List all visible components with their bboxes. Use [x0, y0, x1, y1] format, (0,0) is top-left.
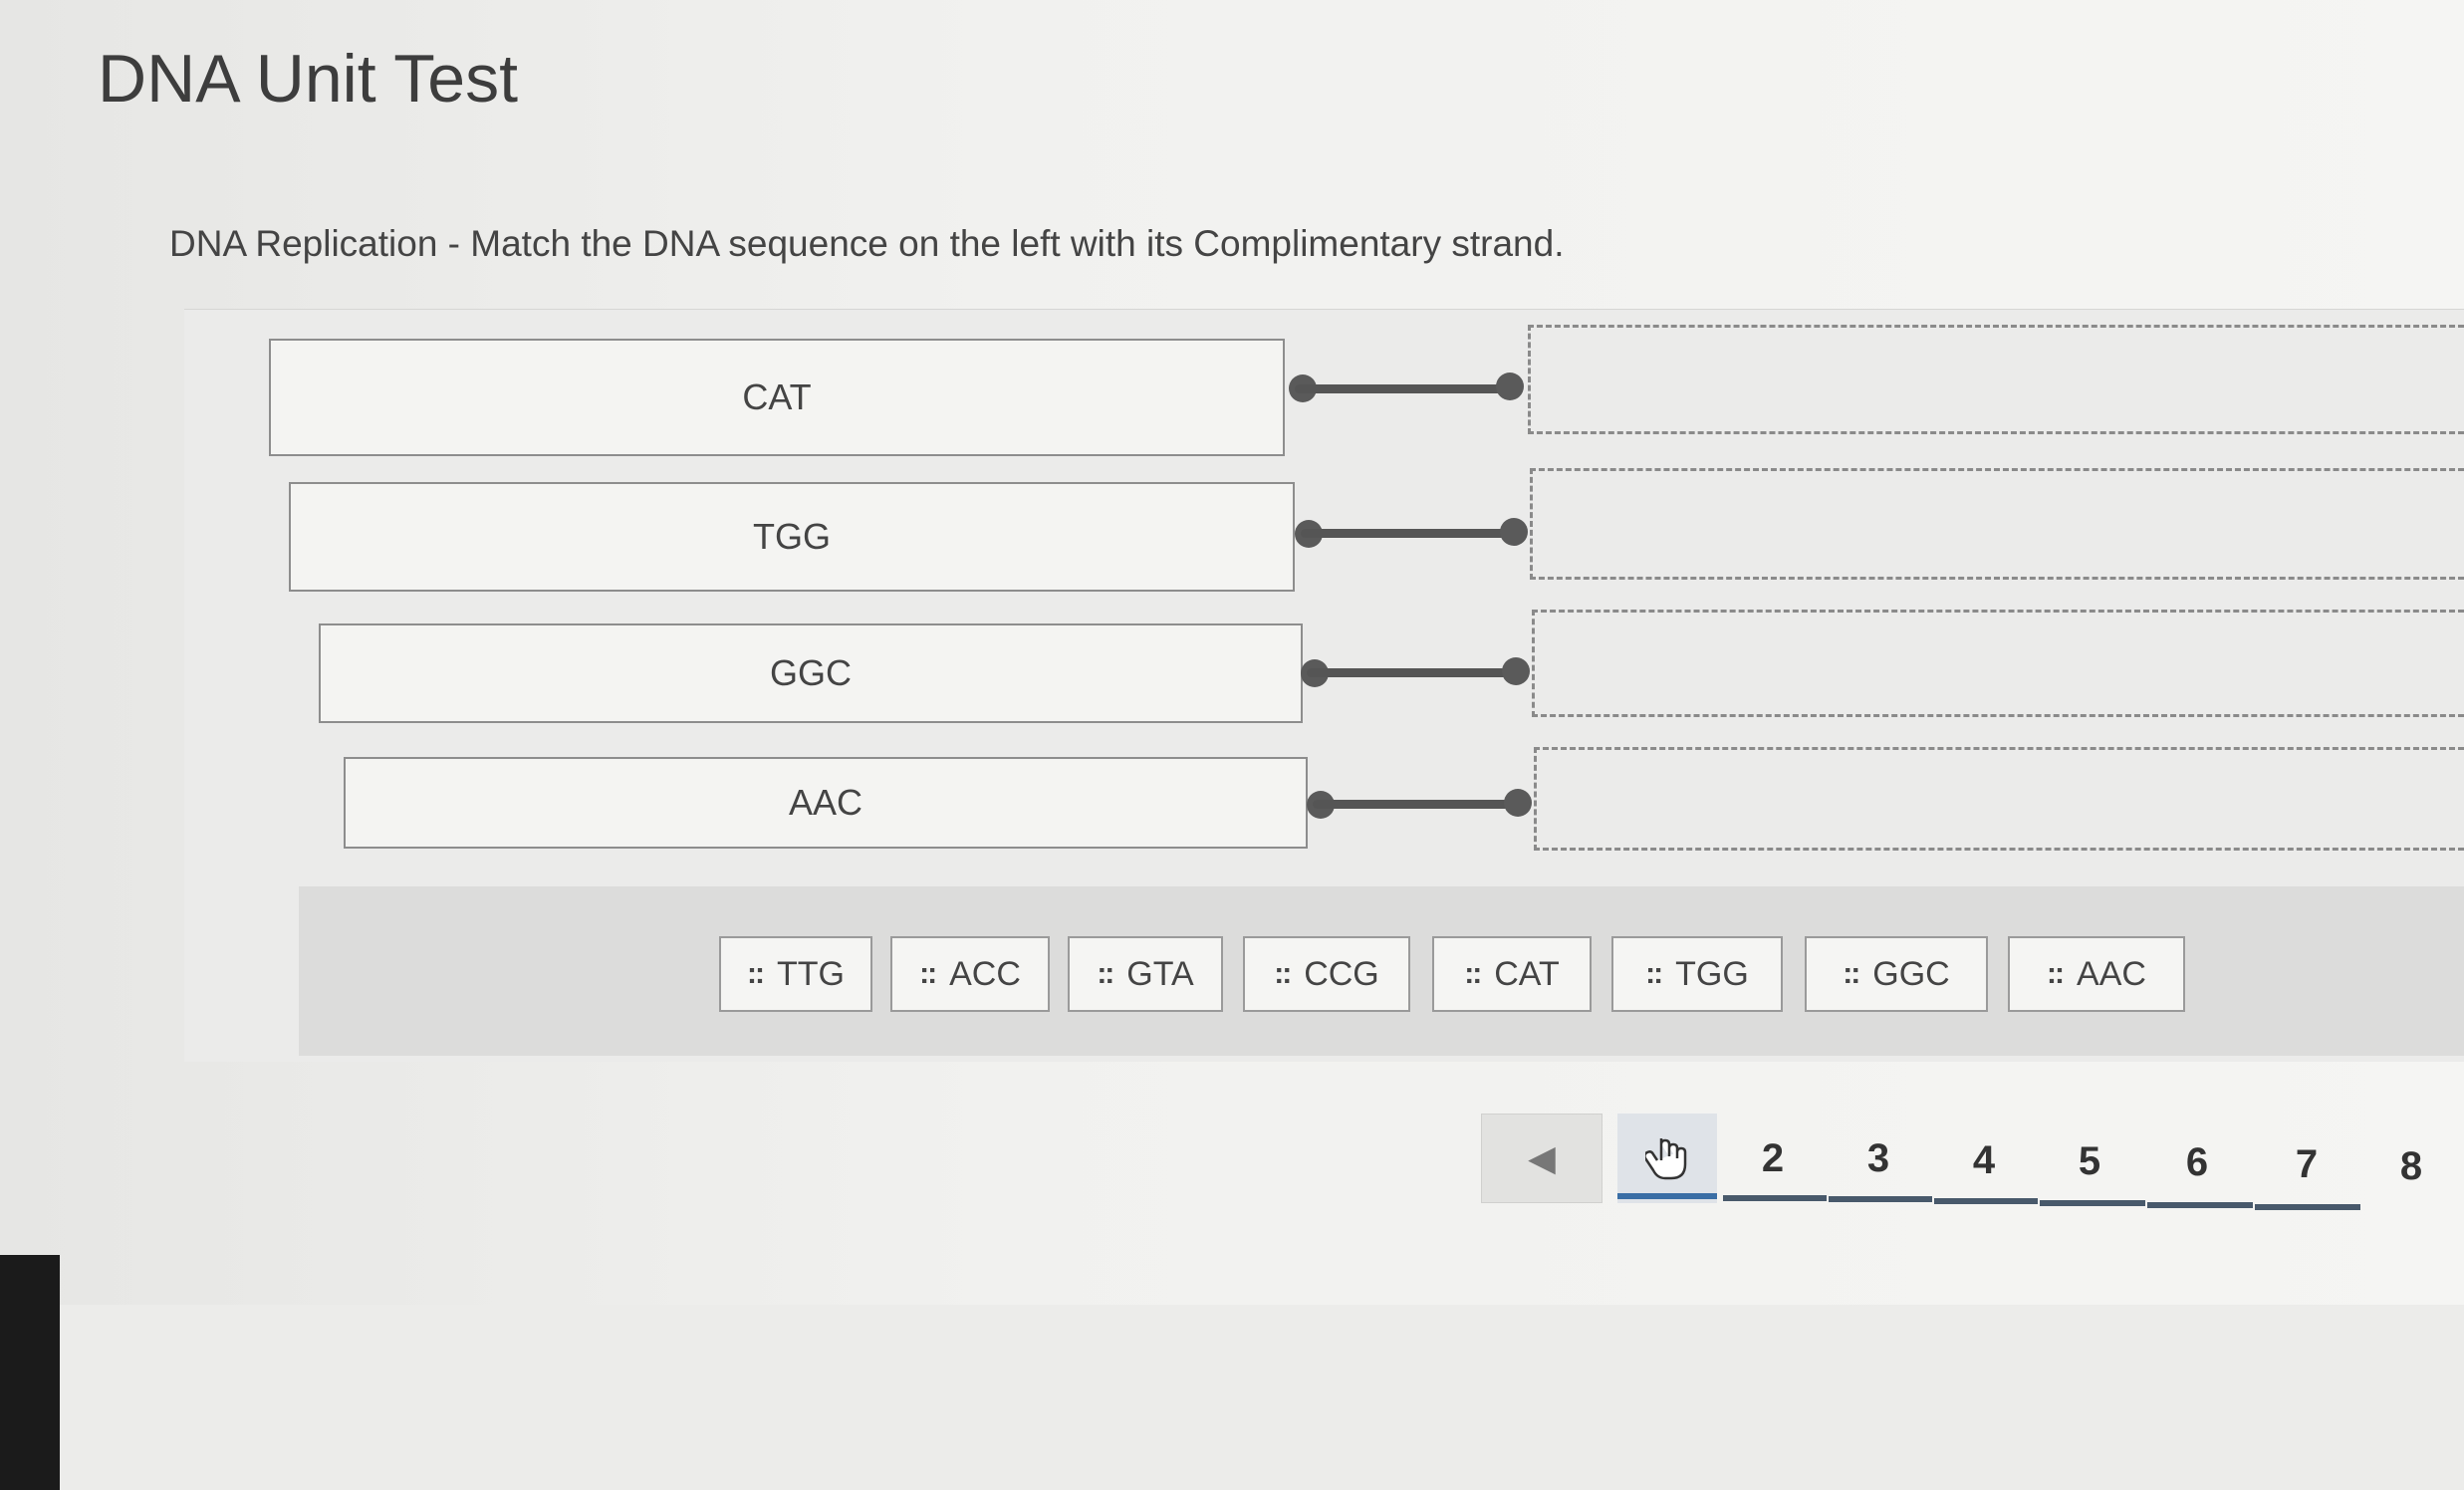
choice-chip-aac[interactable]: :: AAC [2008, 936, 2185, 1012]
page-item-6[interactable]: 6 [2147, 1118, 2247, 1207]
screen-edge [0, 1255, 60, 1490]
page-underline [1829, 1196, 1932, 1202]
choice-label: TTG [777, 954, 845, 993]
page-number: 2 [1761, 1135, 1785, 1180]
choice-chip-gta[interactable]: :: GTA [1068, 936, 1223, 1012]
drop-target-2[interactable] [1530, 468, 2464, 580]
choice-label: TGG [1675, 954, 1749, 993]
choice-label: AAC [2077, 954, 2146, 993]
drop-target-1[interactable] [1528, 325, 2464, 434]
drag-handle-icon: :: [1274, 957, 1292, 990]
choice-chip-ttg[interactable]: :: TTG [719, 936, 872, 1012]
drag-handle-icon: :: [1645, 957, 1663, 990]
page-item-7[interactable]: 7 [2257, 1119, 2356, 1209]
choice-chip-tgg[interactable]: :: TGG [1611, 936, 1783, 1012]
previous-arrow-icon: ◀ [1528, 1137, 1556, 1178]
previous-page-button[interactable]: ◀ [1481, 1114, 1602, 1203]
page-number: 8 [2399, 1143, 2423, 1188]
choice-label: GGC [1872, 954, 1950, 993]
connector-end-dot[interactable] [1500, 518, 1528, 546]
page-item-3[interactable]: 3 [1829, 1114, 1928, 1203]
source-label: GGC [769, 652, 852, 693]
current-page-indicator [1617, 1193, 1717, 1199]
page-item-current[interactable] [1617, 1114, 1717, 1203]
choice-chip-cat[interactable]: :: CAT [1432, 936, 1592, 1012]
page-number: 6 [2185, 1139, 2209, 1184]
choice-label: ACC [949, 954, 1021, 993]
source-label: TGG [753, 516, 831, 557]
page-underline [2255, 1204, 2360, 1210]
drag-handle-icon: :: [1843, 957, 1860, 990]
drag-handle-icon: :: [1464, 957, 1482, 990]
page-number: 5 [2078, 1138, 2101, 1183]
source-label: CAT [742, 376, 812, 417]
source-item-3: GGC [319, 623, 1303, 723]
drag-handle-icon: :: [919, 957, 937, 990]
source-label: AAC [788, 782, 863, 823]
drag-handle-icon: :: [2047, 957, 2065, 990]
question-prompt: DNA Replication - Match the DNA sequence… [169, 223, 1565, 264]
choice-chip-acc[interactable]: :: ACC [890, 936, 1050, 1012]
choice-label: CAT [1494, 954, 1560, 993]
drop-target-3[interactable] [1532, 610, 2464, 717]
drop-target-4[interactable] [1534, 747, 2464, 851]
page-item-8[interactable]: 8 [2366, 1121, 2456, 1211]
connector-line [1307, 668, 1520, 677]
connector-line [1301, 529, 1518, 538]
connector-end-dot[interactable] [1496, 372, 1524, 400]
choice-chip-ggc[interactable]: :: GGC [1805, 936, 1988, 1012]
choice-label: CCG [1304, 954, 1379, 993]
page-number: 4 [1972, 1137, 1996, 1182]
source-item-4: AAC [344, 757, 1308, 849]
drag-handle-icon: :: [1097, 957, 1114, 990]
connector-line [1295, 384, 1514, 393]
connector-end-dot[interactable] [1504, 789, 1532, 817]
page-underline [2040, 1200, 2145, 1206]
page-underline [2147, 1202, 2253, 1208]
page-number: 7 [2295, 1141, 2319, 1186]
connector-end-dot[interactable] [1502, 657, 1530, 685]
choice-label: GTA [1126, 954, 1194, 993]
source-item-2: TGG [289, 482, 1295, 592]
hand-pointer-icon [1645, 1138, 1687, 1180]
page-item-4[interactable]: 4 [1934, 1116, 2034, 1205]
page-number: 3 [1866, 1135, 1890, 1180]
drag-handle-icon: :: [747, 957, 765, 990]
page-underline [1723, 1195, 1827, 1201]
choice-chip-ccg[interactable]: :: CCG [1243, 936, 1410, 1012]
page-item-5[interactable]: 5 [2040, 1117, 2139, 1206]
connector-line [1313, 800, 1522, 809]
test-title: DNA Unit Test [98, 41, 519, 117]
source-item-1: CAT [269, 339, 1285, 456]
page-underline [1934, 1198, 2038, 1204]
page-item-2[interactable]: 2 [1723, 1114, 1823, 1203]
